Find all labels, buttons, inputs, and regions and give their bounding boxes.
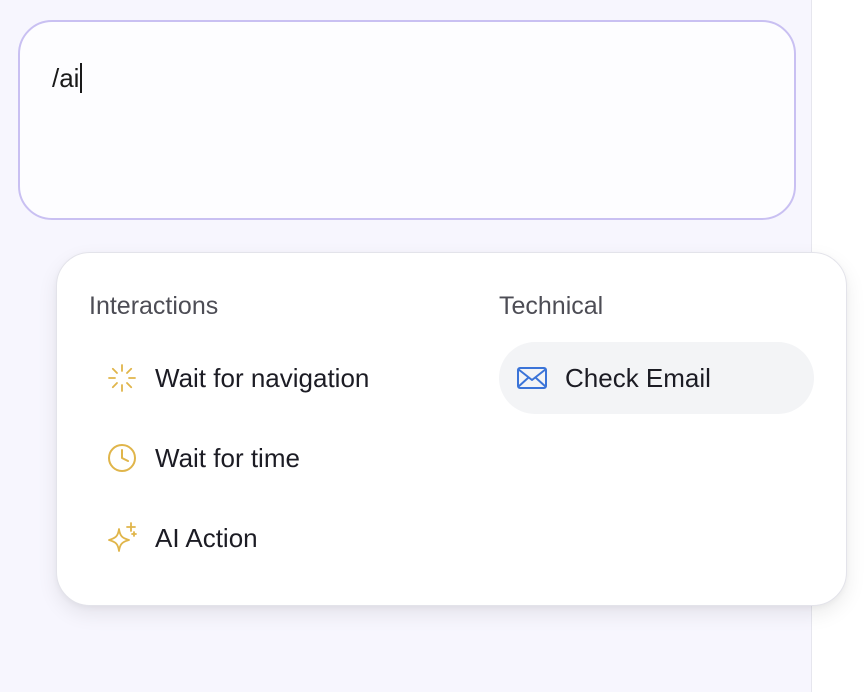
clock-icon bbox=[105, 441, 139, 475]
mail-icon bbox=[515, 361, 549, 395]
menu-item-label: Check Email bbox=[565, 362, 711, 393]
menu-item-label: Wait for time bbox=[155, 442, 300, 473]
menu-item-wait-for-time[interactable]: Wait for time bbox=[99, 422, 449, 494]
slash-command-menu: Interactions Technical Wait for navigati… bbox=[56, 252, 847, 606]
menu-item-check-email[interactable]: Check Email bbox=[499, 342, 814, 414]
editor-text[interactable]: /ai bbox=[52, 62, 83, 94]
menu-item-label: AI Action bbox=[155, 522, 258, 553]
loader-icon bbox=[105, 361, 139, 395]
text-caret bbox=[80, 63, 83, 93]
menu-item-wait-for-navigation[interactable]: Wait for navigation bbox=[99, 342, 449, 414]
editor-value: /ai bbox=[52, 63, 80, 93]
menu-item-label: Wait for navigation bbox=[155, 362, 370, 393]
command-editor[interactable]: /ai bbox=[18, 20, 796, 220]
sparkles-icon bbox=[105, 521, 139, 555]
menu-item-ai-action[interactable]: AI Action bbox=[99, 502, 449, 574]
section-heading-technical: Technical bbox=[499, 292, 604, 320]
section-heading-interactions: Interactions bbox=[89, 292, 219, 320]
